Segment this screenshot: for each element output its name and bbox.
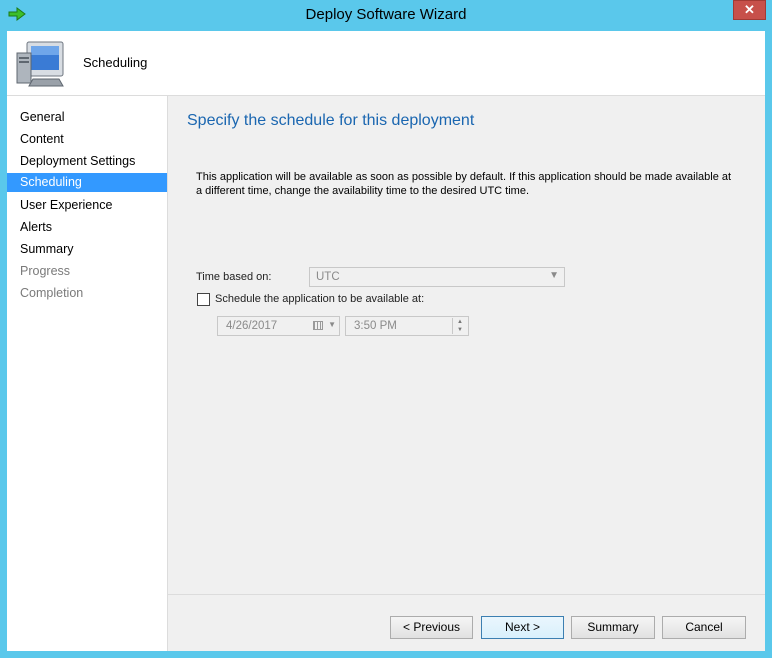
- title-bar: Deploy Software Wizard ✕: [0, 0, 772, 31]
- close-button[interactable]: ✕: [733, 0, 766, 20]
- nav-item-scheduling[interactable]: Scheduling: [7, 173, 167, 192]
- nav-item-user-experience[interactable]: User Experience: [7, 196, 167, 215]
- time-picker: 3:50 PM ▲ ▼: [345, 316, 469, 336]
- computer-icon: [16, 41, 64, 87]
- wizard-nav: General Content Deployment Settings Sche…: [7, 96, 168, 651]
- summary-button[interactable]: Summary: [571, 616, 655, 639]
- time-value: 3:50 PM: [354, 320, 397, 332]
- nav-item-summary[interactable]: Summary: [7, 240, 167, 259]
- date-picker: 4/26/2017 ▼: [217, 316, 340, 336]
- time-spinner: ▲ ▼: [452, 318, 467, 334]
- previous-button[interactable]: < Previous: [390, 616, 473, 639]
- schedule-checkbox-label[interactable]: Schedule the application to be available…: [215, 293, 424, 305]
- header-title: Scheduling: [83, 55, 148, 70]
- window-title: Deploy Software Wizard: [305, 6, 467, 23]
- time-based-select: UTC ▼: [309, 267, 565, 287]
- nav-item-completion: Completion: [20, 286, 84, 300]
- footer-divider: [168, 594, 765, 595]
- date-value: 4/26/2017: [226, 320, 278, 332]
- calendar-icon: [313, 321, 323, 330]
- page-heading: Specify the schedule for this deployment: [187, 112, 475, 129]
- cancel-button[interactable]: Cancel: [662, 616, 746, 639]
- spin-up-icon: ▲: [457, 319, 463, 325]
- time-based-label: Time based on:: [196, 271, 272, 283]
- nav-item-progress: Progress: [20, 264, 71, 278]
- nav-item-content[interactable]: Content: [7, 130, 167, 149]
- wizard-client-area: Scheduling General Content Deployment Se…: [7, 31, 765, 651]
- nav-item-deployment-settings[interactable]: Deployment Settings: [7, 152, 167, 171]
- chevron-down-icon: ▼: [328, 320, 336, 329]
- time-based-value: UTC: [316, 271, 340, 283]
- nav-item-general[interactable]: General: [7, 108, 167, 127]
- next-button[interactable]: Next >: [481, 616, 564, 639]
- nav-item-alerts[interactable]: Alerts: [7, 218, 167, 237]
- schedule-checkbox[interactable]: [197, 293, 210, 306]
- wizard-header: Scheduling: [7, 31, 765, 96]
- chevron-down-icon: ▼: [549, 270, 559, 281]
- spin-down-icon: ▼: [457, 327, 463, 333]
- schedule-description: This application will be available as so…: [196, 171, 732, 197]
